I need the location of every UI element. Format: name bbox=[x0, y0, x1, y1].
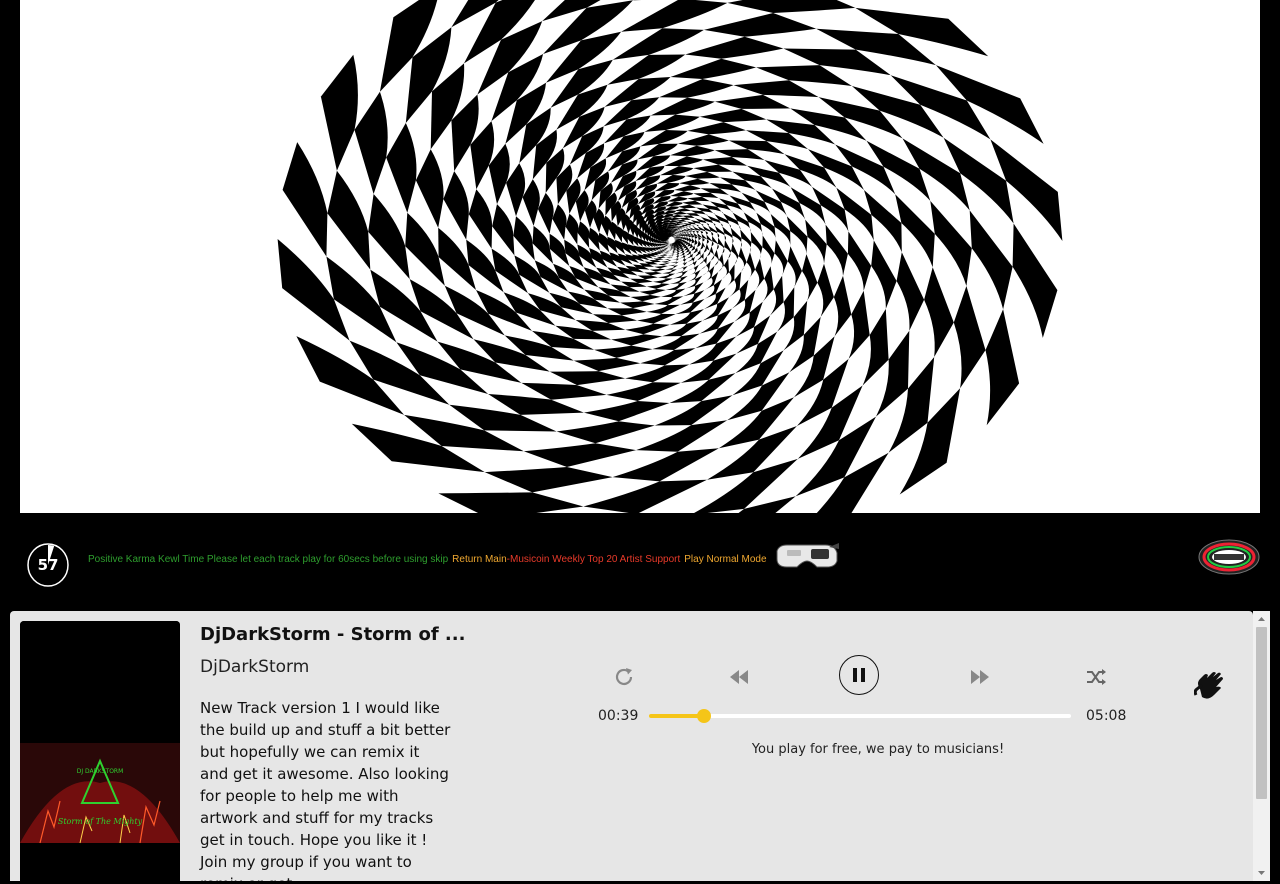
scroll-down-button[interactable] bbox=[1253, 865, 1270, 879]
rewind-icon bbox=[730, 670, 748, 684]
album-cover: DJ DARKSTORM Storm of The Mighty bbox=[20, 621, 180, 881]
weekly-top-link[interactable]: Musicoin Weekly Top 20 Artist Support bbox=[510, 554, 680, 565]
countdown-value: 57 bbox=[37, 556, 59, 574]
countdown-timer: 57 bbox=[27, 541, 69, 587]
next-track-button[interactable] bbox=[968, 666, 992, 688]
play-normal-mode-link[interactable]: Play Normal Mode bbox=[684, 554, 766, 565]
tagline: You play for free, we pay to musicians! bbox=[751, 742, 1005, 757]
repeat-icon bbox=[615, 668, 633, 686]
carousel-prev-button[interactable]: ‹ bbox=[48, 266, 78, 300]
progress-slider[interactable] bbox=[649, 709, 1071, 723]
track-title[interactable]: DjDarkStorm - Storm of ... bbox=[200, 624, 470, 645]
shuffle-icon bbox=[1087, 669, 1106, 685]
logo-badge bbox=[1198, 539, 1260, 575]
previous-track-button[interactable] bbox=[727, 666, 751, 688]
return-main-link[interactable]: Return Main bbox=[452, 554, 506, 565]
scroll-thumb[interactable] bbox=[1256, 627, 1267, 799]
progress-thumb[interactable] bbox=[696, 709, 711, 723]
shuffle-button[interactable] bbox=[1085, 666, 1107, 688]
chevron-up-icon bbox=[1258, 617, 1265, 621]
vr-headset-icon[interactable] bbox=[773, 541, 841, 569]
info-strip: 57 Positive Karma Kewl Time Please let e… bbox=[0, 513, 1280, 611]
cover-artist-text: DJ DARKSTORM bbox=[77, 768, 124, 775]
repeat-button[interactable] bbox=[613, 666, 635, 688]
fast-forward-icon bbox=[971, 670, 989, 684]
progress-fill bbox=[649, 714, 704, 718]
total-time: 05:08 bbox=[1086, 708, 1127, 724]
sign-language-icon[interactable] bbox=[1193, 669, 1226, 703]
page-scrollbar[interactable] bbox=[1253, 611, 1270, 881]
op-art-tunnel-image bbox=[277, 0, 1063, 513]
current-time: 00:39 bbox=[598, 708, 639, 724]
chevron-down-icon bbox=[1258, 871, 1265, 875]
pause-button[interactable] bbox=[839, 655, 879, 695]
ticker-bar: Positive Karma Kewl Time Please let each… bbox=[88, 554, 767, 565]
track-description: New Track version 1 I would like the bui… bbox=[200, 699, 451, 881]
track-artist[interactable]: DjDarkStorm bbox=[200, 657, 309, 677]
visualizer-canvas: ‹ › bbox=[20, 0, 1260, 513]
ticker-notice: Positive Karma Kewl Time Please let each… bbox=[88, 554, 449, 565]
scroll-up-button[interactable] bbox=[1253, 611, 1270, 625]
pause-icon bbox=[853, 668, 865, 682]
carousel-next-button[interactable]: › bbox=[1245, 266, 1260, 300]
cover-title-text: Storm of The Mighty bbox=[58, 817, 143, 826]
player-panel: DJ DARKSTORM Storm of The Mighty DjDarkS… bbox=[10, 611, 1253, 881]
